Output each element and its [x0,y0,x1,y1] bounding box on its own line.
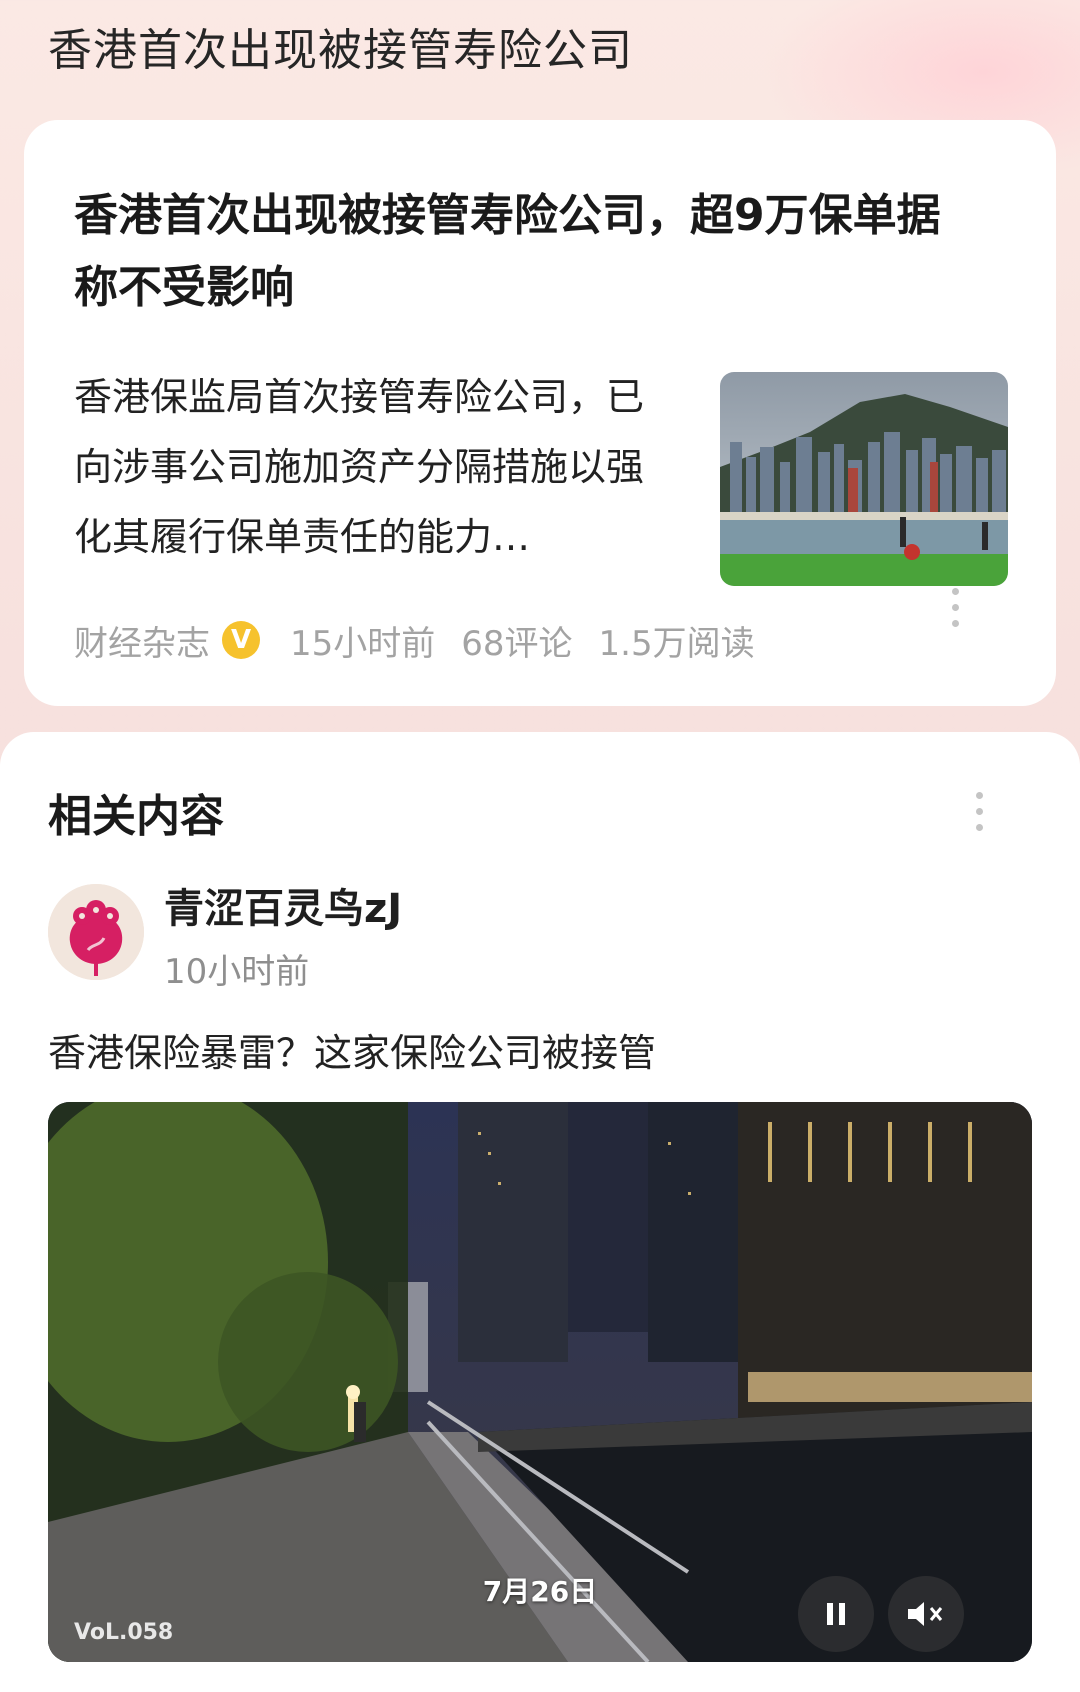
author-name[interactable]: 青涩百灵鸟zJ [164,876,402,934]
news-more-icon[interactable] [952,588,959,627]
flower-avatar-icon [48,884,144,980]
video-player[interactable]: 7月26日 VoL.058 [48,1102,1032,1662]
news-comments[interactable]: 68评论 [461,616,572,665]
news-thumbnail[interactable] [720,372,1008,586]
related-section: 相关内容 青涩百灵鸟zJ 10小时前 香港保险暴雷？这家保险公司被接管 7月26… [0,732,1080,1692]
pause-icon[interactable] [798,1576,874,1652]
related-more-icon[interactable] [976,792,983,831]
news-meta: 财经杂志 V 15小时前 68评论 1.5万阅读 [74,614,781,666]
mute-icon[interactable] [888,1576,964,1652]
news-summary: 香港保监局首次接管寿险公司，已向涉事公司施加资产分隔措施以强化其履行保单责任的能… [74,375,645,559]
news-time: 15小时前 [290,623,436,664]
avatar[interactable] [48,884,144,980]
hong-kong-skyline-photo [720,372,1008,586]
post-title[interactable]: 香港保险暴雷？这家保险公司被接管 [48,1022,656,1077]
news-headline[interactable]: 香港首次出现被接管寿险公司，超9万保单据称不受影响 [74,180,974,324]
page-title: 香港首次出现被接管寿险公司 [48,25,633,76]
news-reads: 1.5万阅读 [598,623,755,664]
news-source[interactable]: 财经杂志 [74,616,210,665]
related-title: 相关内容 [48,791,224,842]
news-card[interactable]: 香港首次出现被接管寿险公司，超9万保单据称不受影响 香港保监局首次接管寿险公司，… [24,120,1056,706]
post-time: 10小时前 [164,952,310,992]
video-date-overlay: 7月26日 [482,1575,598,1608]
verified-badge-icon: V [222,621,260,659]
video-volume-tag: VoL.058 [74,1620,174,1645]
